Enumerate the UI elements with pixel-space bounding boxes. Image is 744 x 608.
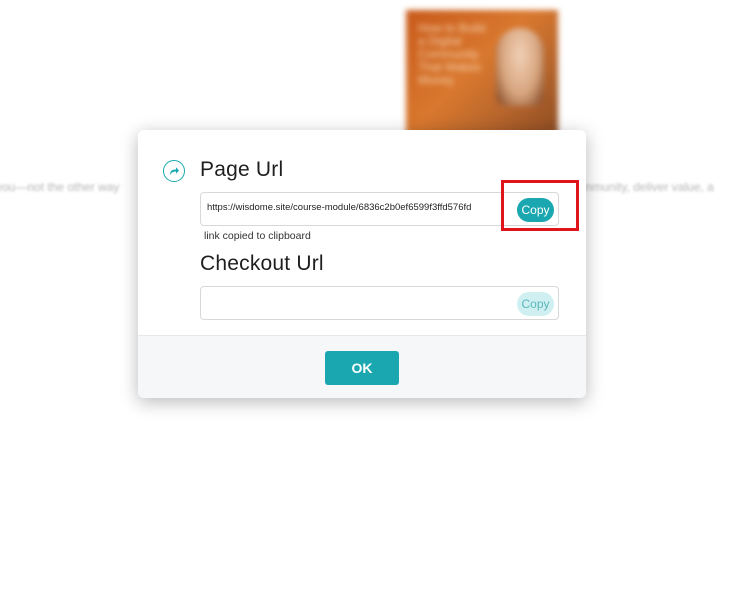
- checkout-url-copy-button[interactable]: Copy: [517, 292, 554, 316]
- page-url-title: Page Url: [200, 158, 284, 181]
- modal-footer: OK: [138, 335, 586, 398]
- checkout-url-title: Checkout Url: [200, 252, 324, 275]
- checkout-url-field[interactable]: Copy: [200, 286, 559, 320]
- page-url-field[interactable]: https://wisdome.site/course-module/6836c…: [200, 192, 559, 226]
- thumbnail-text: How to Build a Digital Community That Ma…: [418, 21, 486, 87]
- share-url-modal: Page Url https://wisdome.site/course-mod…: [138, 130, 586, 398]
- copy-status-message: link copied to clipboard: [204, 230, 311, 242]
- ok-button[interactable]: OK: [325, 351, 399, 385]
- page-url-value[interactable]: https://wisdome.site/course-module/6836c…: [207, 202, 505, 213]
- share-icon: [163, 160, 185, 182]
- background-text-right: mmunity, deliver value, a: [582, 180, 714, 194]
- share-arrow-icon: [170, 167, 179, 175]
- page-url-copy-button[interactable]: Copy: [517, 198, 554, 222]
- background-text-left: you—not the other way: [0, 180, 120, 194]
- page: How to Build a Digital Community That Ma…: [0, 0, 744, 608]
- thumbnail-portrait: [496, 28, 544, 106]
- background-thumbnail: How to Build a Digital Community That Ma…: [406, 10, 558, 140]
